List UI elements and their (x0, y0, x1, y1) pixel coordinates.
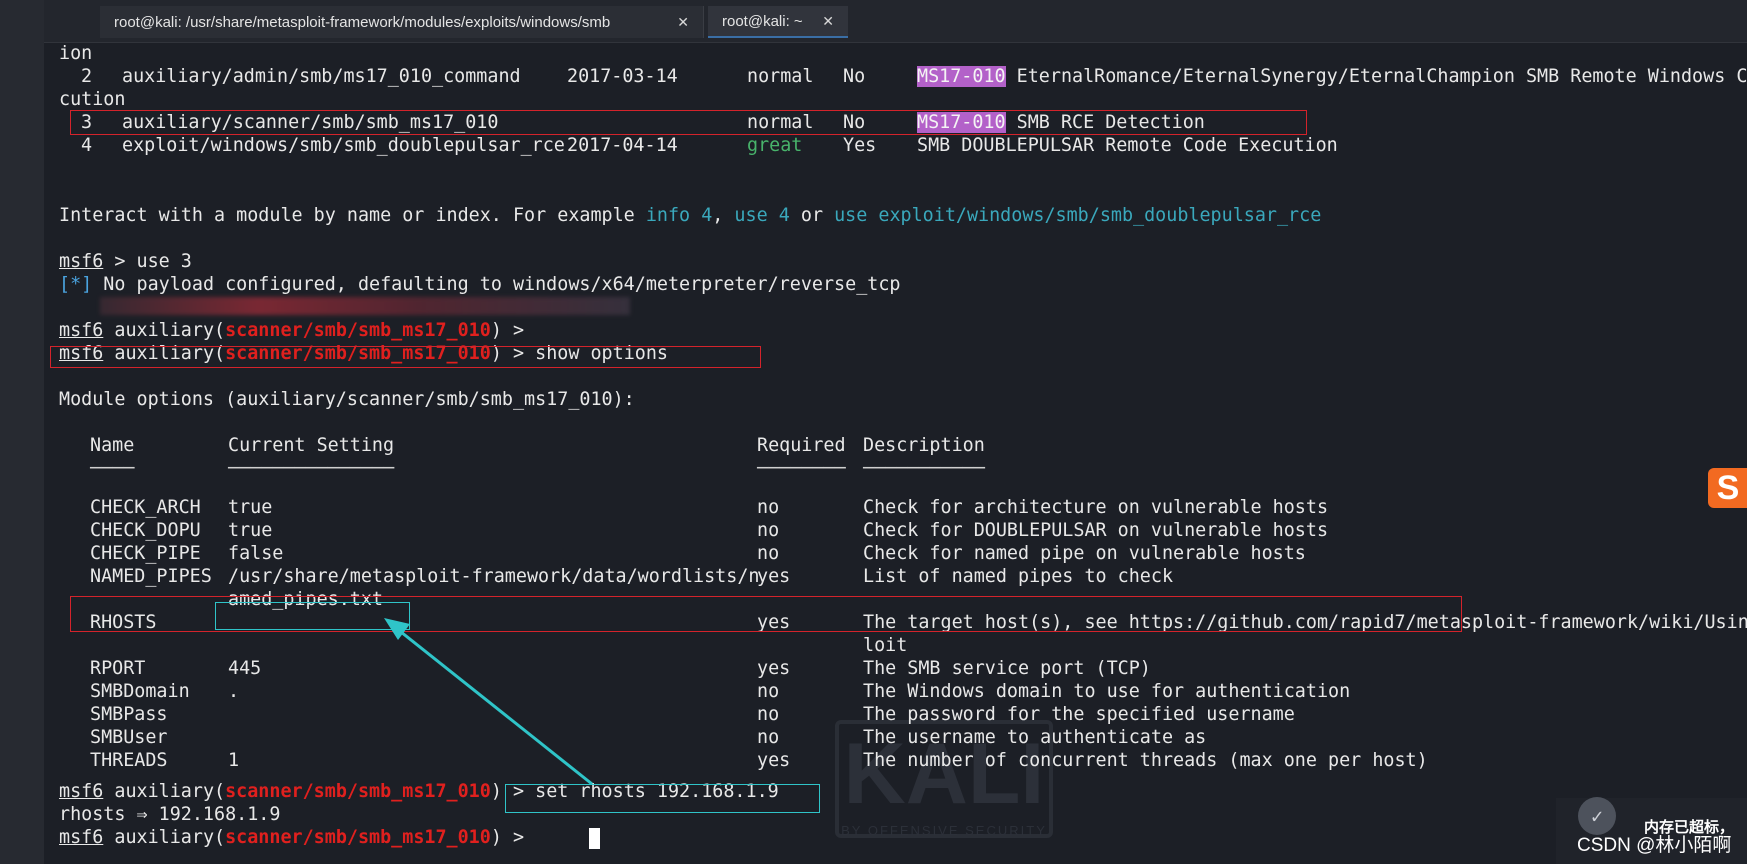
option-setting: 445 (228, 658, 262, 679)
ms17-010-tag: MS17-010 (917, 66, 1006, 87)
tab-title: root@kali: ~ (722, 12, 803, 30)
option-description: The number of concurrent threads (max on… (863, 750, 1428, 771)
option-required: yes (757, 566, 791, 587)
option-required: no (757, 520, 780, 541)
csdn-watermark: CSDN @林小陌啊 (1577, 835, 1732, 856)
option-description: Check for DOUBLEPULSAR on vulnerable hos… (863, 520, 1329, 541)
option-required: no (757, 704, 780, 725)
option-description: The SMB service port (TCP) (863, 658, 1151, 679)
tab-home[interactable]: root@kali: ~ ✕ (708, 6, 848, 38)
desktop-left-strip (0, 0, 44, 864)
interact-hint: Interact with a module by name or index.… (59, 205, 1322, 226)
option-description: Check for named pipe on vulnerable hosts (863, 543, 1306, 564)
option-description: loit (863, 635, 908, 656)
option-name: CHECK_PIPE (90, 543, 201, 564)
close-icon[interactable]: ✕ (822, 13, 834, 30)
option-name: NAMED_PIPES (90, 566, 212, 587)
option-required: no (757, 727, 780, 748)
option-name: CHECK_DOPU (90, 520, 201, 541)
module-options-heading: Module options (auxiliary/scanner/smb/sm… (59, 389, 635, 410)
option-description: The password for the specified username (863, 704, 1295, 725)
prompt-use-line: msf6 > use 3 (59, 251, 192, 272)
info-line: [*] No payload configured, defaulting to… (59, 274, 901, 295)
prompt-active-line[interactable]: msf6 auxiliary(scanner/smb/smb_ms17_010)… (59, 826, 601, 849)
tab-smb-exploits[interactable]: root@kali: /usr/share/metasploit-framewo… (100, 6, 704, 38)
option-description: The username to authenticate as (863, 727, 1207, 748)
option-description: The Windows domain to use for authentica… (863, 681, 1351, 702)
option-setting: true (228, 520, 273, 541)
option-description: List of named pipes to check (863, 566, 1174, 587)
option-name: SMBUser (90, 727, 168, 748)
option-name: THREADS (90, 750, 168, 771)
terminal-tab-bar: root@kali: /usr/share/metasploit-framewo… (44, 0, 1747, 43)
sogou-ime-icon[interactable]: S (1708, 468, 1747, 508)
highlight-box-smb-ms17-010 (70, 110, 1307, 135)
option-required: no (757, 497, 780, 518)
close-icon[interactable]: ✕ (677, 14, 689, 31)
option-required: no (757, 681, 780, 702)
option-setting: false (228, 543, 284, 564)
option-name: RPORT (90, 658, 146, 679)
option-name: SMBPass (90, 704, 168, 725)
terminal-line: cution (59, 89, 126, 110)
option-setting: 1 (228, 750, 240, 771)
prompt-line: msf6 auxiliary(scanner/smb/smb_ms17_010)… (59, 320, 536, 341)
rhosts-result-line: rhosts ⇒ 192.168.1.9 (59, 804, 281, 825)
option-name: CHECK_ARCH (90, 497, 201, 518)
option-setting: /usr/share/metasploit-framework/data/wor… (228, 566, 760, 587)
option-required: yes (757, 750, 791, 771)
text-cursor (589, 827, 601, 849)
highlight-box-set-rhosts (505, 784, 820, 813)
option-setting: . (228, 681, 240, 702)
option-description: Check for architecture on vulnerable hos… (863, 497, 1329, 518)
option-name: SMBDomain (90, 681, 190, 702)
option-setting: true (228, 497, 273, 518)
highlight-box-rhosts-empty (215, 602, 410, 630)
terminal-output[interactable]: ion 2 auxiliary/admin/smb/ms17_010_comman… (59, 42, 1747, 864)
tab-title: root@kali: /usr/share/metasploit-framewo… (114, 13, 611, 31)
terminal-line: ion (59, 43, 93, 64)
option-required: no (757, 543, 780, 564)
highlight-box-show-options (50, 346, 761, 368)
option-required: yes (757, 658, 791, 679)
